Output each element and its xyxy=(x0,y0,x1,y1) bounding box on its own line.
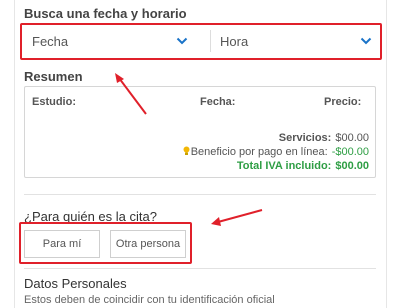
for-me-button[interactable]: Para mí xyxy=(24,230,100,258)
date-select-value: Fecha xyxy=(32,33,69,49)
search-section-title: Busca una fecha y horario xyxy=(24,6,187,21)
section-divider xyxy=(24,268,376,269)
summary-col-date: Fecha: xyxy=(200,96,236,108)
benefit-label: Beneficio por pago en línea: xyxy=(190,146,328,158)
appointment-form: Busca una fecha y horario Fecha Hora Res… xyxy=(0,0,400,308)
personal-section-title: Datos Personales xyxy=(24,276,127,291)
section-divider xyxy=(24,194,376,195)
summary-total-row: Total IVA incluido: $00.00 xyxy=(237,160,369,172)
frame-border-left xyxy=(14,0,15,308)
benefit-value: -$00.00 xyxy=(331,146,369,158)
date-select[interactable]: Fecha xyxy=(26,27,190,55)
summary-services-row: Servicios: $00.00 xyxy=(279,132,369,144)
arrow-icon xyxy=(211,209,263,226)
frame-border-right xyxy=(386,0,387,308)
services-label: Servicios: xyxy=(278,132,332,144)
lightbulb-icon xyxy=(183,146,190,159)
other-person-button[interactable]: Otra persona xyxy=(110,230,186,258)
total-label: Total IVA incluido: xyxy=(236,160,332,172)
time-select-value: Hora xyxy=(220,33,249,49)
time-select[interactable]: Hora xyxy=(214,27,374,55)
chevron-down-icon xyxy=(174,33,190,49)
summary-col-study: Estudio: xyxy=(32,96,76,108)
summary-benefit-row: Beneficio por pago en línea: -$00.00 xyxy=(183,146,369,159)
chevron-down-icon xyxy=(358,33,374,49)
select-divider xyxy=(210,30,211,52)
services-value: $00.00 xyxy=(335,132,369,144)
summary-col-price: Precio: xyxy=(324,96,362,108)
summary-section-title: Resumen xyxy=(24,69,83,84)
total-value: $00.00 xyxy=(335,160,369,172)
personal-section-subtitle: Estos deben de coincidir con tu identifi… xyxy=(24,294,275,306)
